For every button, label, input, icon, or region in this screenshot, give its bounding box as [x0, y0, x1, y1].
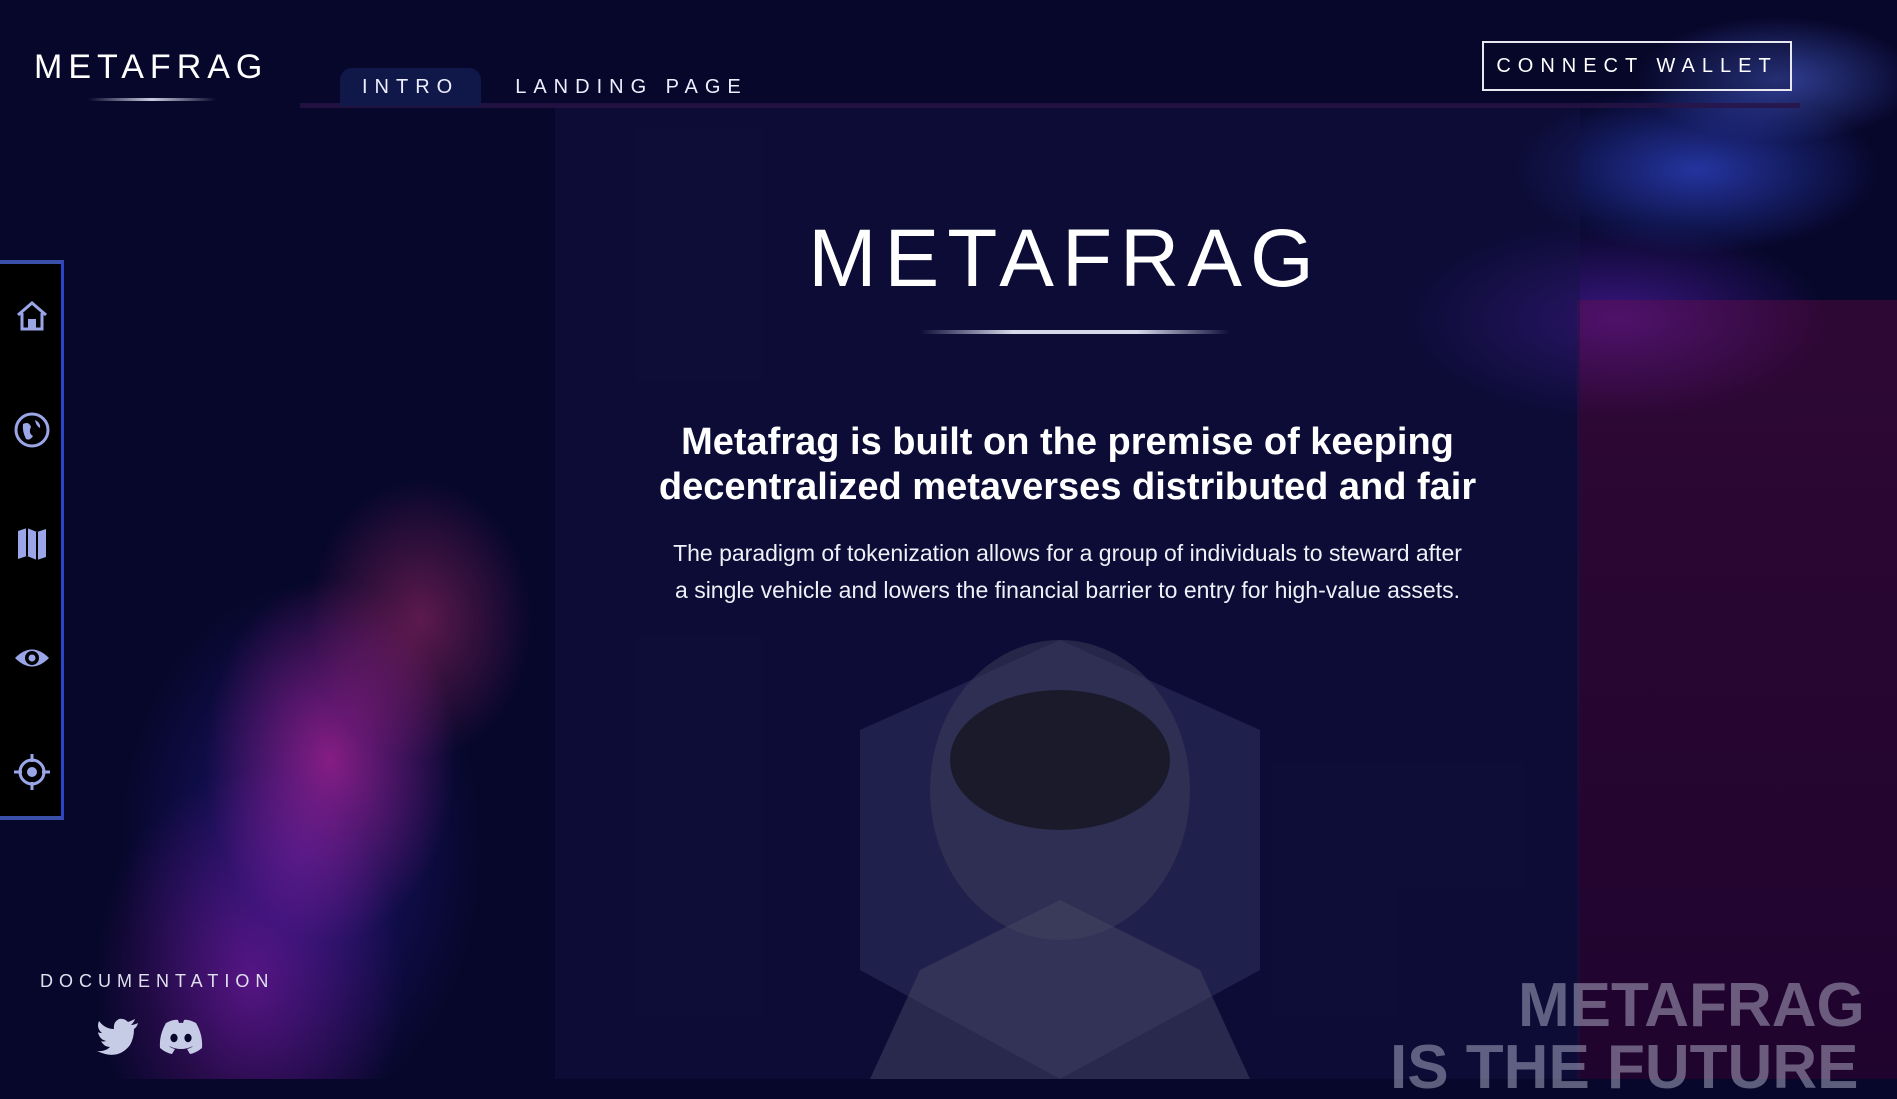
map-icon [18, 528, 46, 560]
hero-paragraph: The paradigm of tokenization allows for … [673, 540, 1462, 603]
eye-icon [15, 649, 49, 667]
globe-icon [14, 412, 50, 448]
sidebar-item-target[interactable] [10, 750, 54, 794]
sidebar-item-map[interactable] [10, 522, 54, 566]
twitter-link[interactable] [96, 1017, 140, 1057]
twitter-icon [97, 1018, 138, 1055]
discord-icon [159, 1019, 203, 1054]
header-logo[interactable]: METAFRAG [34, 48, 268, 87]
helmet-figure-illustration [860, 640, 1260, 1079]
connect-wallet-button[interactable]: CONNECT WALLET [1482, 41, 1792, 91]
tab-bar: INTRO LANDING PAGE [340, 68, 770, 106]
hero-logo: METAFRAG [808, 213, 1322, 304]
sidebar-item-globe[interactable] [10, 408, 54, 452]
hero-divider [920, 330, 1230, 334]
hero-headline: Metafrag is built on the premise of keep… [658, 421, 1477, 509]
right-red-wash [1577, 300, 1897, 1079]
left-abstract-glow [0, 200, 560, 1079]
documentation-link[interactable]: DOCUMENTATION [40, 971, 274, 992]
home-icon [17, 301, 47, 331]
sidebar [0, 260, 64, 820]
header-logo-underline [88, 98, 216, 101]
discord-link[interactable] [158, 1017, 203, 1057]
tagline-line-2: IS THE FUTURE [1390, 1033, 1859, 1099]
sidebar-item-eye[interactable] [10, 636, 54, 680]
tagline-line-1: METAFRAG [1518, 975, 1865, 1040]
tab-intro[interactable]: INTRO [340, 68, 482, 106]
bottom-tagline: METAFRAG IS THE FUTURE [1390, 975, 1897, 1099]
crosshair-icon [14, 754, 50, 790]
sidebar-item-home[interactable] [10, 294, 54, 338]
tab-landing-page[interactable]: LANDING PAGE [493, 68, 770, 106]
